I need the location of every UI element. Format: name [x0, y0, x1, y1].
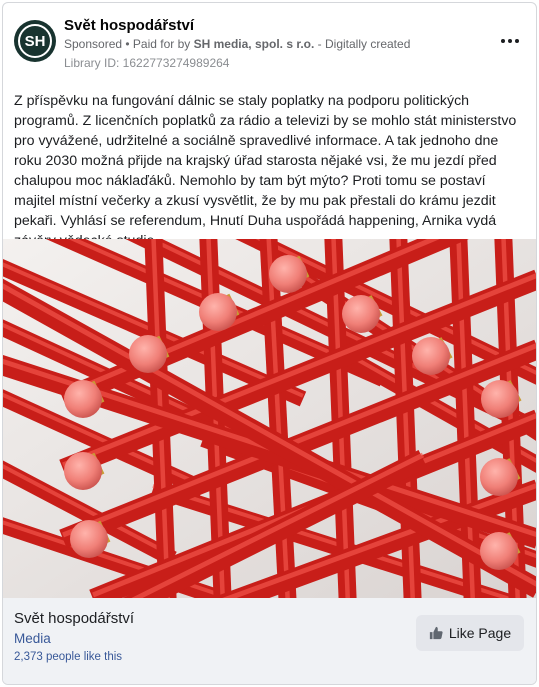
- avatar-logo: SH: [18, 24, 52, 58]
- eraser: [412, 337, 450, 375]
- paid-for-name: SH media, spol. s r.o.: [193, 37, 315, 51]
- more-dot: [508, 39, 512, 43]
- eraser: [342, 295, 380, 333]
- page-name-link[interactable]: Svět hospodářství: [64, 17, 194, 34]
- eraser: [480, 532, 518, 570]
- eraser: [64, 380, 102, 418]
- eraser: [70, 520, 108, 558]
- thumbs-up-icon: [429, 626, 443, 640]
- page-avatar[interactable]: SH: [14, 20, 56, 62]
- eraser: [129, 335, 167, 373]
- like-page-button[interactable]: Like Page: [416, 615, 524, 651]
- post-footer: Svět hospodářství Media 2,373 people lik…: [3, 598, 536, 684]
- page-category[interactable]: Media: [14, 631, 51, 646]
- footer-page-name[interactable]: Svět hospodářství: [14, 610, 134, 627]
- post-image[interactable]: [3, 239, 536, 598]
- library-id: Library ID: 1622773274989264: [64, 56, 230, 70]
- eraser: [480, 458, 518, 496]
- sponsor-line: Sponsored • Paid for by SH media, spol. …: [64, 37, 410, 51]
- page-likes-count[interactable]: 2,373 people like this: [14, 651, 122, 663]
- pencils-image: [3, 239, 536, 598]
- more-horizontal-icon: [501, 39, 505, 43]
- eraser: [481, 380, 519, 418]
- eraser: [199, 293, 237, 331]
- paid-for-prefix: Paid for by: [132, 37, 194, 51]
- more-options-button[interactable]: [498, 31, 522, 51]
- eraser: [269, 255, 307, 293]
- like-page-label: Like Page: [448, 625, 512, 641]
- created-suffix: - Digitally created: [314, 37, 411, 51]
- more-dot: [515, 39, 519, 43]
- eraser: [64, 452, 102, 490]
- separator-dot: •: [122, 37, 133, 51]
- ad-card: SH Svět hospodářství Sponsored • Paid fo…: [2, 2, 537, 685]
- post-text: Z příspěvku na fungování dálnic se staly…: [14, 93, 517, 249]
- sponsored-label: Sponsored: [64, 37, 123, 51]
- post-header: SH Svět hospodářství Sponsored • Paid fo…: [3, 3, 536, 83]
